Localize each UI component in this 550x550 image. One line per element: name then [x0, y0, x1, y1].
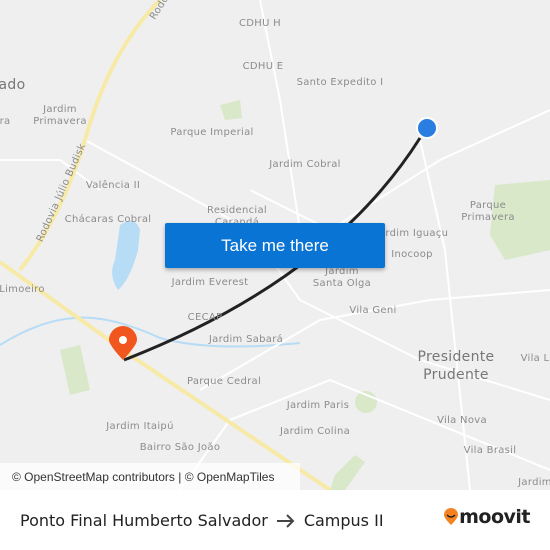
map-label: Jardim Paris: [286, 400, 350, 411]
map-label: Santo Expedito I: [296, 77, 384, 88]
lake: [112, 221, 140, 290]
map-label: Vila L: [520, 353, 550, 364]
route-title: Ponto Final Humberto Salvador Campus II: [20, 511, 384, 530]
map-label: Parque Cedral: [186, 376, 262, 387]
map-label: Jardim: [518, 477, 550, 488]
park-area: [220, 100, 242, 120]
map-label: Jardim Colina: [279, 426, 351, 437]
origin-marker-icon: [416, 117, 438, 139]
road: [259, 0, 301, 231]
map-label: Vila Geni: [349, 305, 397, 316]
map-label: Valência II: [85, 180, 141, 191]
map-label: Parque Imperial: [170, 127, 254, 138]
map-label: Jardim Santa Olga: [312, 266, 372, 289]
map-label-city: Presidente Prudente: [417, 349, 495, 383]
map-label: CDHU H: [238, 18, 282, 29]
map-label: Inocoop: [391, 249, 433, 260]
map-label: Jardim Iguaçu: [375, 228, 449, 239]
map-label: Limoeiro: [0, 284, 45, 295]
map-label-city: ado: [0, 77, 26, 93]
road: [419, 139, 471, 490]
origin-name: Ponto Final Humberto Salvador: [20, 511, 268, 530]
map[interactable]: Rodo CDHU H CDHU E Santo Expedito I ado …: [0, 0, 550, 490]
map-label: Jardim Sabará: [208, 334, 284, 345]
highway: [0, 260, 332, 490]
map-label: Chácaras Cobral: [64, 214, 152, 225]
map-label: CECAP: [187, 312, 223, 323]
take-me-there-button[interactable]: Take me there: [165, 223, 385, 268]
map-label: CDHU E: [242, 61, 284, 72]
map-label: ra: [0, 116, 11, 127]
map-label: Vila Nova: [437, 415, 487, 426]
map-attribution[interactable]: © OpenStreetMap contributors | © OpenMap…: [0, 463, 300, 490]
arrow-right-icon: [276, 513, 295, 528]
map-label: Jardim Cobral: [269, 159, 341, 170]
moovit-logo[interactable]: moovit: [443, 506, 530, 528]
brand-name: moovit: [459, 506, 530, 528]
park-area: [330, 455, 365, 490]
moovit-pin-icon: [444, 508, 459, 525]
destination-name: Campus II: [303, 511, 384, 530]
map-label: Jardim Itaipú: [106, 421, 174, 432]
map-label: Jardim Everest: [171, 277, 249, 288]
map-label: Vila Brasil: [463, 445, 517, 456]
map-label: Parque Primavera: [461, 200, 515, 223]
map-label: Jardim Primavera: [33, 104, 87, 127]
map-label: Bairro São João: [139, 442, 221, 453]
park-area: [60, 345, 90, 395]
